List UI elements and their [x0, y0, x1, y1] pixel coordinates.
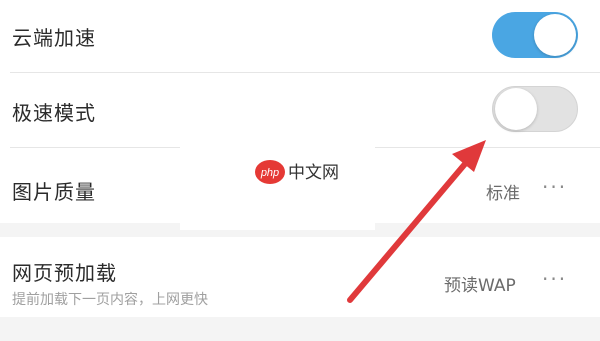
setting-row-cloud-accel[interactable]: 云端加速 — [0, 0, 600, 72]
image-quality-label: 图片质量 — [12, 180, 96, 204]
toggle-knob — [495, 88, 537, 130]
page-preload-value: 预读WAP — [444, 276, 516, 296]
cloud-accel-toggle[interactable] — [492, 12, 578, 58]
more-options-icon[interactable]: ··· — [542, 175, 567, 199]
logo-text: php — [260, 167, 279, 179]
page-preload-label: 网页预加载 — [12, 261, 117, 285]
speed-mode-toggle[interactable] — [492, 86, 578, 132]
speed-mode-label: 极速模式 — [12, 101, 96, 125]
setting-row-speed-mode[interactable]: 极速模式 — [0, 73, 600, 147]
more-options-icon[interactable]: ··· — [542, 267, 567, 291]
section-gap — [0, 317, 600, 341]
watermark: php 中文网 — [180, 140, 375, 230]
toggle-knob — [534, 14, 576, 56]
watermark-text: 中文网 — [288, 163, 339, 183]
page-preload-description: 提前加载下一页内容，上网更快 — [12, 292, 208, 308]
php-logo-icon: php — [255, 160, 285, 184]
setting-row-page-preload[interactable]: 网页预加载 提前加载下一页内容，上网更快 预读WAP ··· — [0, 237, 600, 317]
cloud-accel-label: 云端加速 — [12, 26, 96, 50]
settings-screen: 云端加速 极速模式 图片质量 标准 ··· 网页预加载 提前加载下一页内容，上网… — [0, 0, 600, 341]
image-quality-value: 标准 — [486, 184, 520, 204]
